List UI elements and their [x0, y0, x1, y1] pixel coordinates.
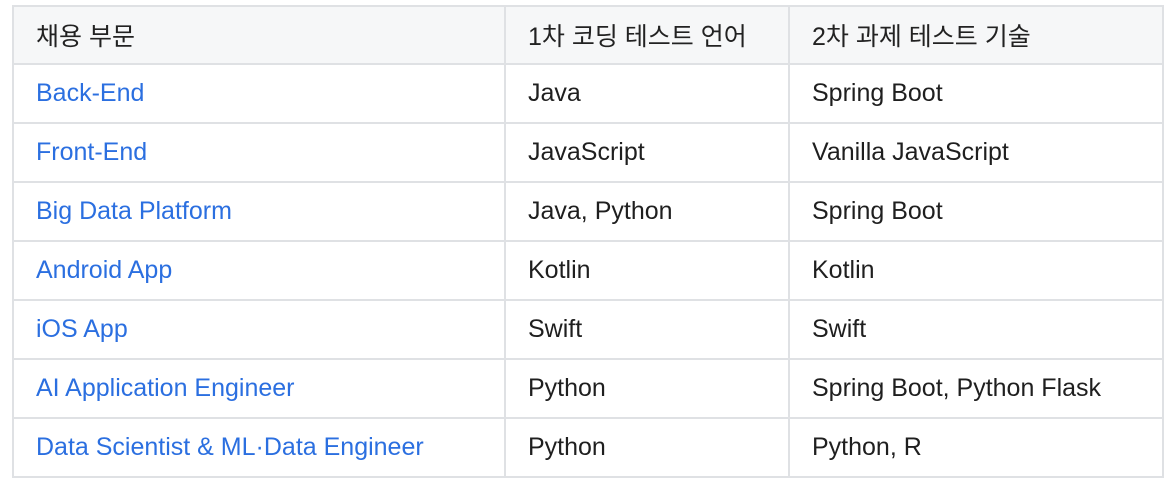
assignment-tech-cell: Spring Boot — [788, 181, 1164, 242]
coding-language-cell: Swift — [504, 299, 790, 360]
position-link-data-scientist-ml-data-engineer[interactable]: Data Scientist & ML·Data Engineer — [36, 433, 424, 461]
position-cell: AI Application Engineer — [12, 358, 506, 419]
position-cell: Big Data Platform — [12, 181, 506, 242]
recruitment-table-container: 채용 부문 1차 코딩 테스트 언어 2차 과제 테스트 기술 Back-End… — [12, 5, 1164, 478]
table-row: AI Application Engineer Python Spring Bo… — [12, 358, 1164, 419]
position-link-back-end[interactable]: Back-End — [36, 79, 144, 107]
coding-language-cell: Java, Python — [504, 181, 790, 242]
table-row: iOS App Swift Swift — [12, 299, 1164, 360]
coding-language-cell: Python — [504, 358, 790, 419]
position-cell: Android App — [12, 240, 506, 301]
assignment-tech-cell: Spring Boot — [788, 63, 1164, 124]
assignment-tech-cell: Swift — [788, 299, 1164, 360]
header-coding-language: 1차 코딩 테스트 언어 — [504, 5, 790, 65]
table-row: Back-End Java Spring Boot — [12, 63, 1164, 124]
coding-language-cell: Kotlin — [504, 240, 790, 301]
recruitment-table: 채용 부문 1차 코딩 테스트 언어 2차 과제 테스트 기술 Back-End… — [12, 5, 1164, 478]
assignment-tech-cell: Python, R — [788, 417, 1164, 478]
table-row: Big Data Platform Java, Python Spring Bo… — [12, 181, 1164, 242]
table-header: 채용 부문 1차 코딩 테스트 언어 2차 과제 테스트 기술 — [12, 5, 1164, 65]
position-link-front-end[interactable]: Front-End — [36, 138, 147, 166]
coding-language-cell: Python — [504, 417, 790, 478]
position-link-big-data-platform[interactable]: Big Data Platform — [36, 197, 232, 225]
coding-language-cell: Java — [504, 63, 790, 124]
assignment-tech-cell: Vanilla JavaScript — [788, 122, 1164, 183]
header-row: 채용 부문 1차 코딩 테스트 언어 2차 과제 테스트 기술 — [12, 5, 1164, 65]
table-row: Data Scientist & ML·Data Engineer Python… — [12, 417, 1164, 478]
position-cell: Back-End — [12, 63, 506, 124]
table-body: Back-End Java Spring Boot Front-End Java… — [12, 63, 1164, 478]
assignment-tech-cell: Kotlin — [788, 240, 1164, 301]
header-assignment-tech: 2차 과제 테스트 기술 — [788, 5, 1164, 65]
table-row: Android App Kotlin Kotlin — [12, 240, 1164, 301]
position-link-android-app[interactable]: Android App — [36, 256, 172, 284]
position-link-ai-application-engineer[interactable]: AI Application Engineer — [36, 374, 295, 402]
coding-language-cell: JavaScript — [504, 122, 790, 183]
position-cell: iOS App — [12, 299, 506, 360]
assignment-tech-cell: Spring Boot, Python Flask — [788, 358, 1164, 419]
table-row: Front-End JavaScript Vanilla JavaScript — [12, 122, 1164, 183]
position-link-ios-app[interactable]: iOS App — [36, 315, 128, 343]
position-cell: Front-End — [12, 122, 506, 183]
position-cell: Data Scientist & ML·Data Engineer — [12, 417, 506, 478]
header-position: 채용 부문 — [12, 5, 506, 65]
